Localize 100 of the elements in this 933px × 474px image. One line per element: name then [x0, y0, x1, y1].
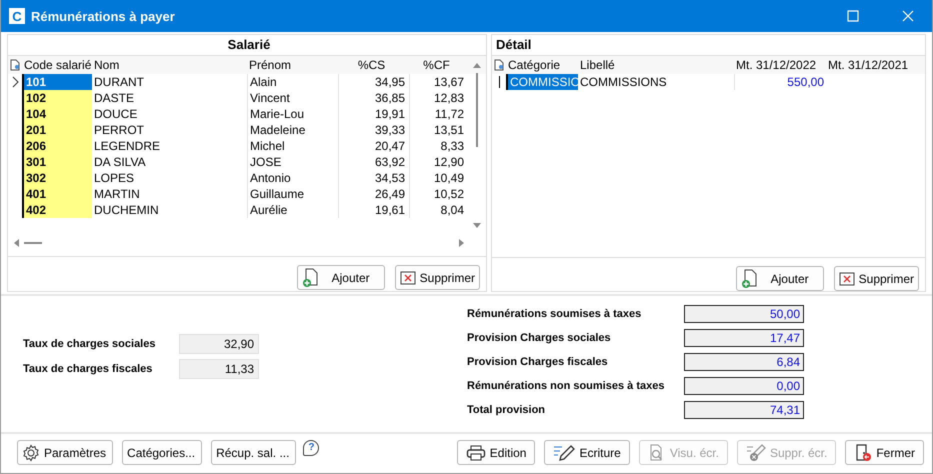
- export-icon[interactable]: [10, 59, 20, 71]
- column-header[interactable]: Mt. 31/12/2021: [826, 58, 916, 72]
- table-cell: 19,61: [338, 202, 409, 218]
- rate-field[interactable]: 11,33: [179, 359, 259, 379]
- scroll-down-icon[interactable]: [472, 222, 482, 230]
- column-header[interactable]: Nom: [92, 58, 247, 72]
- scrollbar-thumb[interactable]: [24, 242, 42, 244]
- add-button[interactable]: Ajouter: [736, 266, 824, 291]
- footer-button[interactable]: Récup. sal. ...: [211, 440, 296, 465]
- table-cell-text: DURANT: [93, 74, 145, 90]
- amount-field: 6,84: [684, 352, 804, 370]
- table-cell-text: LOPES: [93, 170, 136, 186]
- scroll-up-icon[interactable]: [472, 61, 482, 69]
- footer-button[interactable]: Ecriture: [544, 440, 630, 465]
- rate-field[interactable]: 32,90: [179, 334, 259, 354]
- table-cell: Marie-Lou: [247, 106, 338, 122]
- exit-door-icon: [854, 444, 872, 462]
- column-header[interactable]: %CS: [338, 58, 409, 72]
- field-label: Rémunérations non soumises à taxes: [467, 380, 666, 392]
- amount-field: 0,00: [684, 376, 804, 394]
- table-cell[interactable]: 401: [22, 186, 92, 202]
- column-header[interactable]: %CF: [409, 58, 466, 72]
- field-label: Taux de charges sociales: [23, 338, 156, 350]
- table-cell: Madeleine: [247, 122, 338, 138]
- table-cell: 8,04: [409, 202, 466, 218]
- footer-button[interactable]: Fermer: [845, 440, 924, 465]
- scrollbar-thumb[interactable]: [476, 73, 478, 147]
- column-header[interactable]: Mt. 31/12/2022: [734, 58, 826, 72]
- amount-field: 17,47: [684, 328, 804, 346]
- table-cell-text: COMMISSIONS: [579, 74, 668, 90]
- field-label: Rémunérations soumises à taxes: [467, 308, 642, 320]
- table-cell-text: PERROT: [93, 122, 146, 138]
- field-label: Provision Charges sociales: [467, 332, 612, 344]
- footer-button[interactable]: Paramètres: [17, 440, 114, 465]
- table-cell: Michel: [247, 138, 338, 154]
- table-cell: 36,85: [338, 90, 409, 106]
- footer-button[interactable]: Edition: [456, 440, 536, 465]
- table-cell[interactable]: 206: [22, 138, 92, 154]
- delete-button[interactable]: Supprimer: [834, 266, 919, 291]
- window-title: Rémunérations à payer: [31, 8, 175, 24]
- table-cell: 11,72: [409, 106, 466, 122]
- field-label: Total provision: [467, 404, 546, 416]
- table-cell: 550,00: [734, 74, 826, 90]
- maximize-icon[interactable]: [847, 10, 859, 22]
- table-cell: 63,92: [338, 154, 409, 170]
- table-cell-text: LEGENDRE: [93, 138, 162, 154]
- delete-button[interactable]: Supprimer: [394, 265, 480, 290]
- table-cell-text: DASTE: [93, 90, 136, 106]
- pencil-delete-icon: [746, 444, 766, 462]
- table-cell[interactable]: 101: [22, 74, 92, 90]
- table-cell: 26,49: [338, 186, 409, 202]
- pencil-icon: [553, 444, 576, 462]
- table-cell: 12,83: [409, 90, 466, 106]
- table-cell[interactable]: 302: [22, 170, 92, 186]
- field-label: Provision Charges fiscales: [467, 356, 609, 368]
- column-header[interactable]: Libellé: [578, 58, 734, 72]
- table-cell: 34,95: [338, 74, 409, 90]
- row-pointer-icon: [12, 76, 18, 88]
- table-cell: 20,47: [338, 138, 409, 154]
- printer-icon: [466, 444, 486, 460]
- table-cell: 39,33: [338, 122, 409, 138]
- scroll-left-icon[interactable]: [12, 238, 20, 248]
- table-cell[interactable]: 402: [22, 202, 92, 218]
- column-header[interactable]: Catégorie: [506, 58, 578, 72]
- footer-button[interactable]: Catégories...: [122, 440, 202, 465]
- table-cell: JOSE: [247, 154, 338, 170]
- help-icon[interactable]: ?: [303, 440, 320, 456]
- table-cell: Alain: [247, 74, 338, 90]
- delete-icon: [400, 270, 416, 284]
- table-cell[interactable]: 301: [22, 154, 92, 170]
- table-cell-text: DA SILVA: [93, 154, 147, 170]
- scroll-right-icon[interactable]: [458, 238, 466, 248]
- table-cell: 10,52: [409, 186, 466, 202]
- table-cell: Antonio: [247, 170, 338, 186]
- gear-icon: [22, 444, 40, 462]
- amount-field: 50,00: [684, 304, 804, 322]
- table-cell[interactable]: COMMISSIO: [506, 74, 578, 90]
- table-cell[interactable]: 104: [22, 106, 92, 122]
- table-cell[interactable]: 201: [22, 122, 92, 138]
- amount-field: 74,31: [684, 400, 804, 418]
- table-cell: 13,67: [409, 74, 466, 90]
- close-icon[interactable]: [902, 10, 914, 22]
- table-cell: 19,91: [338, 106, 409, 122]
- column-header[interactable]: Code salarié: [22, 58, 92, 72]
- table-cell: Vincent: [247, 90, 338, 106]
- table-cell[interactable]: 102: [22, 90, 92, 106]
- table-cell: Guillaume: [247, 186, 338, 202]
- column-header[interactable]: Prénom: [247, 58, 338, 72]
- add-document-icon: [740, 268, 759, 288]
- add-button[interactable]: Ajouter: [296, 265, 385, 290]
- table-cell-text: MARTIN: [93, 186, 141, 202]
- table-cell-text: DUCHEMIN: [93, 202, 160, 218]
- app-logo: C: [9, 8, 25, 24]
- table-cell: 8,33: [409, 138, 466, 154]
- table-cell: 34,53: [338, 170, 409, 186]
- delete-icon: [838, 272, 855, 286]
- add-document-icon: [302, 268, 320, 288]
- table-cell: 10,49: [409, 170, 466, 186]
- export-icon[interactable]: [494, 59, 504, 71]
- table-cell: 12,90: [409, 154, 466, 170]
